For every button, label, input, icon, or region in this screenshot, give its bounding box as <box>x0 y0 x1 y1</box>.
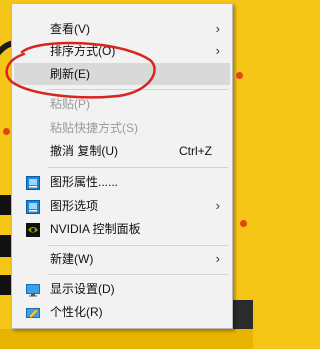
menu-item-paste-shortcut: 粘贴快捷方式(S) <box>14 117 230 139</box>
wallpaper-dot <box>240 220 247 227</box>
wallpaper-block <box>0 195 11 215</box>
menu-item-label: NVIDIA 控制面板 <box>50 222 141 236</box>
personalize-icon <box>26 305 40 319</box>
menu-item-label: 图形选项 <box>50 199 99 213</box>
menu-item-label: 显示设置(D) <box>50 282 115 296</box>
menu-item-label: 新建(W) <box>50 252 94 266</box>
chevron-right-icon: › <box>215 21 220 36</box>
menu-item-label: 刷新(E) <box>50 67 90 81</box>
desktop-context-menu: 查看(V) › 排序方式(O) › 刷新(E) 粘贴(P) 粘贴快捷方式(S) … <box>11 3 233 329</box>
chevron-right-icon: › <box>215 198 220 213</box>
menu-item-shortcut: Ctrl+Z <box>179 144 212 158</box>
wallpaper-dot <box>236 72 243 79</box>
graphics-icon <box>26 175 40 190</box>
menu-item-paste: 粘贴(P) <box>14 93 230 115</box>
display-icon <box>26 282 40 297</box>
nvidia-icon <box>26 222 40 237</box>
menu-item-label: 撤消 复制(U) <box>50 144 118 158</box>
chevron-right-icon: › <box>215 251 220 266</box>
menu-separator <box>48 274 228 275</box>
menu-item-display-settings[interactable]: 显示设置(D) <box>14 278 230 300</box>
menu-item-new[interactable]: 新建(W) › <box>14 248 230 270</box>
menu-separator <box>48 245 228 246</box>
chevron-right-icon: › <box>215 43 220 58</box>
menu-item-undo[interactable]: 撤消 复制(U) Ctrl+Z <box>14 140 230 162</box>
wallpaper-dot <box>3 128 10 135</box>
menu-item-personalize[interactable]: 个性化(R) <box>14 301 230 323</box>
menu-item-view[interactable]: 查看(V) › <box>14 18 230 40</box>
menu-item-label: 查看(V) <box>50 22 90 36</box>
menu-item-graphics-options[interactable]: 图形选项 › <box>14 195 230 217</box>
menu-item-graphics-properties[interactable]: 图形属性...... <box>14 171 230 193</box>
wallpaper-block <box>0 275 11 295</box>
menu-separator <box>48 167 228 168</box>
menu-item-sort[interactable]: 排序方式(O) › <box>14 40 230 62</box>
menu-item-nvidia-control-panel[interactable]: NVIDIA 控制面板 <box>14 218 230 240</box>
wallpaper-strip <box>0 329 253 349</box>
menu-item-label: 图形属性...... <box>50 175 119 189</box>
graphics-icon <box>26 199 40 214</box>
menu-item-label: 个性化(R) <box>50 305 103 319</box>
menu-item-refresh[interactable]: 刷新(E) <box>14 63 230 85</box>
wallpaper-block <box>0 235 11 257</box>
menu-separator <box>48 89 228 90</box>
menu-item-label: 粘贴(P) <box>50 97 90 111</box>
menu-item-label: 排序方式(O) <box>50 44 116 58</box>
menu-item-label: 粘贴快捷方式(S) <box>50 121 138 135</box>
